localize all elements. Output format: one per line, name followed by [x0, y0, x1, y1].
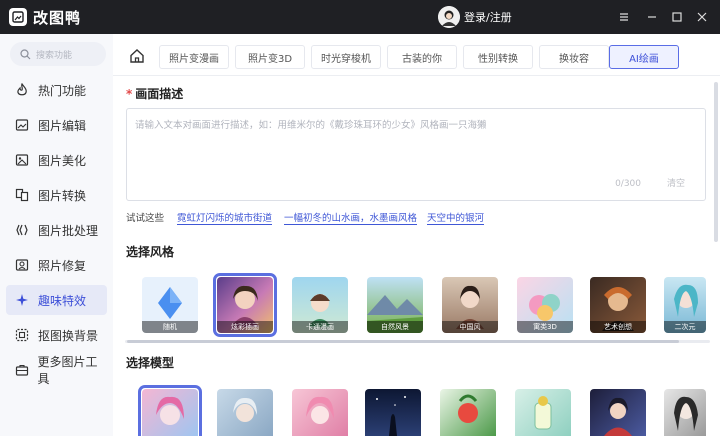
title-bar: 改图鸭 登录/注册	[0, 0, 720, 34]
sparkle-icon	[14, 292, 30, 308]
sidebar-item-more-tools[interactable]: 更多图片工具	[6, 355, 107, 386]
app-logo-icon	[9, 8, 27, 26]
search-input[interactable]: 搜索功能	[10, 42, 106, 66]
try-link-neon-street[interactable]: 霓虹灯闪烁的城市街道	[177, 210, 273, 225]
sidebar-item-label: 图片转换	[38, 188, 87, 203]
search-placeholder: 搜索功能	[36, 50, 73, 61]
style-section-title: 选择风格	[126, 245, 175, 259]
style-label: 卡通漫画	[292, 321, 348, 333]
photo-repair-icon	[14, 257, 30, 273]
style-cartoon-comic[interactable]: 卡通漫画	[292, 277, 348, 333]
user-avatar[interactable]	[438, 6, 460, 28]
search-icon	[20, 48, 31, 59]
toolbox-icon	[14, 362, 29, 378]
cutout-icon	[14, 327, 30, 343]
style-label: 随机	[142, 321, 198, 333]
model-item[interactable]	[664, 389, 706, 436]
main-scrollbar[interactable]	[714, 82, 718, 242]
convert-icon	[14, 187, 30, 203]
style-anime[interactable]: 二次元	[664, 277, 706, 333]
sidebar-item-hot[interactable]: 热门功能	[6, 75, 107, 105]
sidebar-item-photo-repair[interactable]: 照片修复	[6, 250, 107, 280]
description-placeholder: 请输入文本对画面进行描述，如：用维米尔的《戴珍珠耳环的少女》风格画一只海獭	[135, 120, 487, 131]
style-chinese[interactable]: 中国风	[442, 277, 498, 333]
style-random[interactable]: 随机	[142, 277, 198, 333]
tab-gender-swap[interactable]: 性别转换	[463, 45, 533, 69]
app-title: 改图鸭	[33, 8, 82, 27]
style-label: 艺术创想	[590, 321, 646, 333]
tab-ai-painting[interactable]: AI绘画	[609, 45, 679, 69]
tab-time-machine[interactable]: 时光穿梭机	[311, 45, 381, 69]
sidebar-item-image-beautify[interactable]: 图片美化	[6, 145, 107, 175]
try-link-milky-way[interactable]: 天空中的银河	[427, 210, 485, 225]
model-thumbnail	[156, 396, 184, 425]
style-3d[interactable]: 寓类3D	[517, 277, 573, 333]
sidebar: 搜索功能 热门功能 图片编辑 图片美化 图片转换 图片批处理 照片修复 趣味特效…	[0, 34, 113, 436]
model-item[interactable]	[292, 389, 348, 436]
model-thumbnail	[458, 394, 478, 423]
feature-tabs: 照片变漫画 照片变3D 时光穿梭机 古装的你 性别转换 换妆容 AI绘画	[113, 34, 720, 76]
sidebar-item-label: 图片美化	[38, 153, 87, 168]
home-icon[interactable]	[129, 48, 145, 64]
try-link-ink-landscape[interactable]: 一幅初冬的山水画，水墨画风格	[284, 210, 418, 225]
model-item[interactable]	[515, 389, 571, 436]
model-section-title: 选择模型	[126, 356, 175, 370]
sidebar-item-label: 热门功能	[38, 83, 87, 98]
sidebar-item-cutout[interactable]: 抠图换背景	[6, 320, 107, 350]
model-thumbnail	[306, 396, 334, 424]
model-thumbnail	[674, 396, 698, 431]
description-section-title: * 画面描述	[126, 85, 183, 102]
image-beautify-icon	[14, 152, 30, 168]
sidebar-item-fun-effects[interactable]: 趣味特效	[6, 285, 107, 315]
tab-makeup[interactable]: 换妆容	[539, 45, 609, 69]
model-item[interactable]	[440, 389, 496, 436]
model-thumbnail	[534, 396, 552, 430]
model-item[interactable]	[590, 389, 646, 436]
sidebar-item-image-edit[interactable]: 图片编辑	[6, 110, 107, 140]
model-thumbnail	[376, 396, 406, 436]
close-icon[interactable]	[691, 6, 713, 28]
style-label: 二次元	[664, 321, 706, 333]
style-label: 炫彩插画	[217, 321, 273, 333]
style-label: 寓类3D	[517, 321, 573, 333]
model-item[interactable]	[365, 389, 421, 436]
try-label: 试试这些	[126, 213, 165, 224]
required-mark: *	[126, 87, 133, 101]
model-item[interactable]	[217, 389, 273, 436]
sidebar-item-label: 图片编辑	[38, 118, 87, 133]
style-art-creative[interactable]: 艺术创想	[590, 277, 646, 333]
model-thumbnail	[604, 397, 632, 436]
sidebar-item-label: 趣味特效	[38, 293, 87, 308]
sidebar-item-label: 抠图换背景	[38, 328, 99, 343]
login-register-link[interactable]: 登录/注册	[464, 9, 512, 25]
style-label: 中国风	[442, 321, 498, 333]
style-natural-scenery[interactable]: 自然风景	[367, 277, 423, 333]
model-item[interactable]	[142, 389, 198, 436]
flame-icon	[14, 82, 30, 98]
tab-photo-to-comic[interactable]: 照片变漫画	[159, 45, 229, 69]
maximize-icon[interactable]	[666, 6, 688, 28]
sidebar-item-label: 照片修复	[38, 258, 87, 273]
style-colorful-illustration[interactable]: 炫彩插画	[217, 277, 273, 333]
clear-button[interactable]: 清空	[667, 176, 685, 189]
style-scrollbar[interactable]	[127, 340, 679, 343]
model-thumbnail	[233, 397, 257, 422]
sidebar-item-convert[interactable]: 图片转换	[6, 180, 107, 210]
char-counter: 0/300	[615, 179, 641, 189]
style-label: 自然风景	[367, 321, 423, 333]
tab-ancient-costume[interactable]: 古装的你	[387, 45, 457, 69]
tab-photo-to-3d[interactable]: 照片变3D	[235, 45, 305, 69]
description-textarea[interactable]: 请输入文本对画面进行描述，如：用维米尔的《戴珍珠耳环的少女》风格画一只海獭 0/…	[126, 108, 706, 201]
main-panel: 照片变漫画 照片变3D 时光穿梭机 古装的你 性别转换 换妆容 AI绘画 * 画面…	[113, 34, 720, 436]
batch-icon	[14, 222, 30, 238]
image-edit-icon	[14, 117, 30, 133]
description-title: 画面描述	[135, 87, 184, 101]
sidebar-item-batch[interactable]: 图片批处理	[6, 215, 107, 245]
sidebar-item-label: 更多图片工具	[37, 355, 98, 386]
menu-icon[interactable]	[613, 6, 635, 28]
sidebar-item-label: 图片批处理	[38, 223, 99, 238]
minimize-icon[interactable]	[641, 6, 663, 28]
